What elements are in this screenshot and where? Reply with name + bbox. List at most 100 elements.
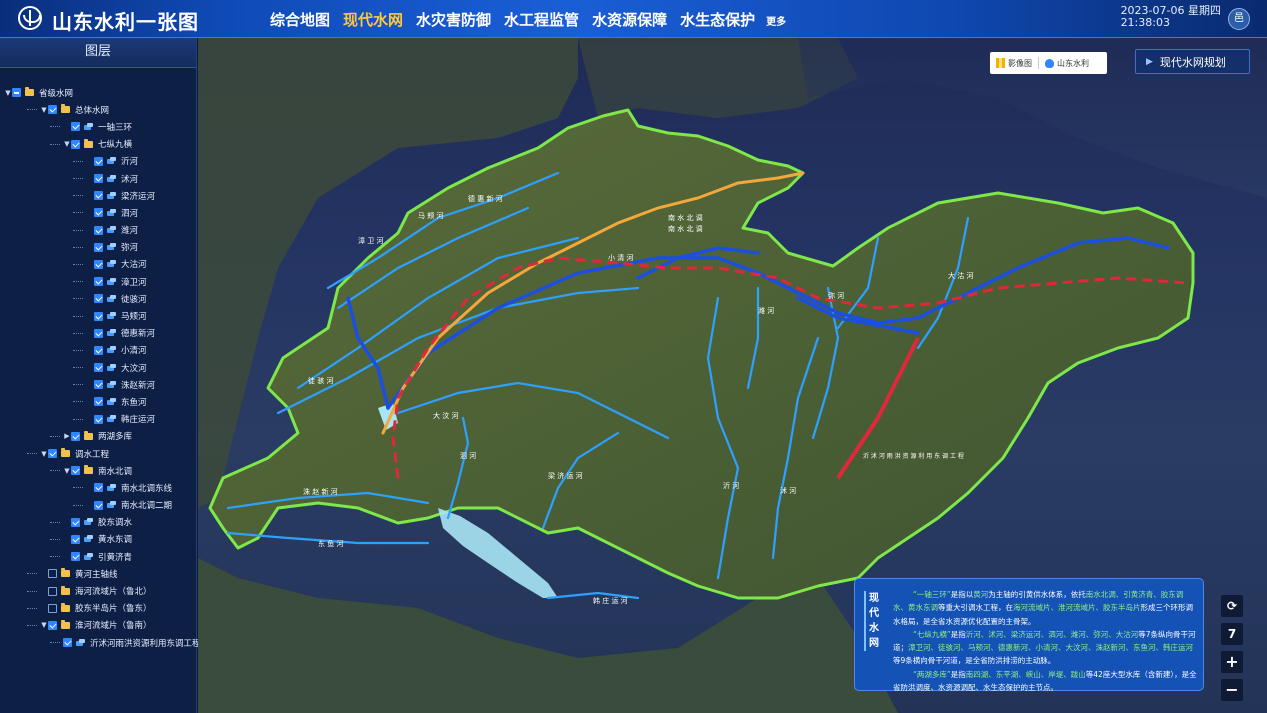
expand-toggle-icon[interactable]: ▼ (40, 106, 48, 114)
layer-tree-item[interactable]: ▼ 七纵九横 (0, 136, 196, 153)
layer-tree-item[interactable]: 小清河 (0, 342, 196, 359)
layer-tree-item[interactable]: 引黄济青 (0, 548, 196, 565)
layer-checkbox[interactable] (94, 483, 103, 493)
layer-tree-item[interactable]: 南水北调二期 (0, 497, 196, 514)
layer-tree-item[interactable]: 潍河 (0, 222, 196, 239)
layer-checkbox[interactable] (94, 259, 103, 269)
expand-toggle-icon[interactable]: ▼ (40, 621, 48, 629)
nav-item-0[interactable]: 综合地图 (270, 9, 330, 30)
layer-checkbox[interactable] (48, 105, 57, 115)
layer-checkbox[interactable] (94, 242, 103, 252)
layer-tree-item[interactable]: ▼ 省级水网 (0, 84, 196, 101)
layer-checkbox[interactable] (94, 328, 103, 338)
info-paragraph: “两湖多库”是指南四湖、东平湖、峡山、岸堤、跋山等42座大型水库（含新建），是全… (893, 668, 1197, 695)
layer-checkbox[interactable] (94, 500, 103, 510)
layer-checkbox[interactable] (12, 88, 21, 98)
expand-toggle-icon[interactable]: ▼ (40, 450, 48, 458)
layer-checkbox[interactable] (94, 277, 103, 287)
layer-tree-item[interactable]: 黄河主轴线 (0, 565, 196, 582)
layer-tree-item[interactable]: 东鱼河 (0, 393, 196, 410)
refresh-icon: ⟳ (1226, 599, 1238, 613)
layer-checkbox[interactable] (48, 603, 57, 613)
refresh-button[interactable]: ⟳ (1221, 595, 1243, 617)
layer-checkbox[interactable] (94, 397, 103, 407)
folder-icon (61, 619, 70, 629)
layer-checkbox[interactable] (48, 569, 57, 579)
layer-checkbox[interactable] (94, 225, 103, 235)
layer-tree-item[interactable]: 胶东调水 (0, 514, 196, 531)
layer-checkbox[interactable] (94, 208, 103, 218)
layer-tree-item[interactable]: 胶东半岛片（鲁东） (0, 600, 196, 617)
layer-checkbox[interactable] (94, 191, 103, 201)
layer-checkbox[interactable] (71, 517, 80, 527)
basemap-water-option[interactable]: 山东水利 (1057, 58, 1089, 69)
nav-item-3[interactable]: 水工程监管 (504, 9, 579, 30)
water-network-plan-button[interactable]: ▶ 现代水网规划 (1135, 49, 1250, 74)
layer-checkbox[interactable] (63, 638, 72, 648)
layer-checkbox[interactable] (94, 174, 103, 184)
layer-checkbox[interactable] (71, 552, 80, 562)
layer-tree-item[interactable]: 海河流域片（鲁北） (0, 582, 196, 599)
layer-checkbox[interactable] (48, 586, 57, 596)
layer-tree-item[interactable]: 沂河 (0, 153, 196, 170)
layer-tree-item[interactable]: 沂沭河雨洪资源利用东调工程 (0, 634, 201, 651)
expand-toggle-icon[interactable]: ▼ (63, 467, 71, 475)
water-logo-icon (18, 6, 42, 30)
label-si: 泗 河 (460, 452, 476, 460)
layer-tree-item[interactable]: 漳卫河 (0, 273, 196, 290)
layer-tree-item[interactable]: ▼ 南水北调 (0, 462, 196, 479)
tree-connector (73, 160, 83, 162)
layer-tree-item[interactable]: ▼ 调水工程 (0, 445, 196, 462)
layer-checkbox[interactable] (94, 380, 103, 390)
expand-toggle-icon[interactable]: ▼ (63, 140, 71, 148)
layer-tree-item[interactable]: ▼ 总体水网 (0, 101, 196, 118)
image-map-icon (996, 58, 1005, 68)
layer-checkbox[interactable] (71, 139, 80, 149)
layer-tree-item[interactable]: 泗河 (0, 204, 196, 221)
layer-checkbox[interactable] (71, 431, 80, 441)
nav-item-4[interactable]: 水资源保障 (592, 9, 667, 30)
province-boundary[interactable] (208, 108, 1195, 600)
zoom-out-button[interactable]: − (1221, 679, 1243, 701)
body-text: 等重大引调水工程，在 (938, 603, 1013, 613)
layer-checkbox[interactable] (94, 156, 103, 166)
layer-tree-item[interactable]: 德惠新河 (0, 325, 196, 342)
label-yishu-east: 沂 沭 河 雨 洪 资 源 利 用 东 调 工 程 (863, 452, 964, 460)
layer-tree-item[interactable]: 梁济运河 (0, 187, 196, 204)
layer-tree-item[interactable]: 韩庄运河 (0, 411, 196, 428)
layer-tree-item[interactable]: 沭河 (0, 170, 196, 187)
nav-more-button[interactable]: 更多 (766, 13, 786, 28)
layer-checkbox[interactable] (71, 466, 80, 476)
layer-checkbox[interactable] (94, 294, 103, 304)
layer-checkbox[interactable] (48, 449, 57, 459)
layer-icon (84, 535, 93, 543)
layer-tree-item[interactable]: 徒骇河 (0, 290, 196, 307)
layer-checkbox[interactable] (94, 311, 103, 321)
layer-checkbox[interactable] (71, 534, 80, 544)
nav-item-2[interactable]: 水灾害防御 (416, 9, 491, 30)
user-avatar[interactable]: 邑 (1228, 8, 1250, 30)
zoom-in-button[interactable]: + (1221, 651, 1243, 673)
layer-tree-item[interactable]: 一轴三环 (0, 118, 196, 135)
layer-tree-item[interactable]: 南水北调东线 (0, 479, 196, 496)
layer-checkbox[interactable] (71, 122, 80, 132)
expand-toggle-icon[interactable]: ▼ (4, 89, 12, 97)
layer-tree-item[interactable]: 马颊河 (0, 307, 196, 324)
map-view[interactable]: 南 水 北 调 南 水 北 调 小 清 河 大 汶 河 洙 赵 新 河 东 鱼 … (198, 38, 1267, 713)
layer-tree-item[interactable]: ▼ 淮河流域片（鲁南） (0, 617, 196, 634)
layer-tree-item[interactable]: ▶ 两湖多库 (0, 428, 196, 445)
layer-checkbox[interactable] (94, 363, 103, 373)
layer-tree-item[interactable]: 大汶河 (0, 359, 196, 376)
layer-tree-item[interactable]: 洙赵新河 (0, 376, 196, 393)
expand-toggle-icon[interactable]: ▶ (63, 432, 71, 440)
tree-connector (73, 195, 83, 197)
nav-item-5[interactable]: 水生态保护 (680, 9, 755, 30)
layer-tree-item[interactable]: 大沽河 (0, 256, 196, 273)
layer-checkbox[interactable] (94, 345, 103, 355)
layer-checkbox[interactable] (48, 620, 57, 630)
layer-tree-item[interactable]: 弥河 (0, 239, 196, 256)
nav-item-1[interactable]: 现代水网 (343, 9, 403, 30)
layer-checkbox[interactable] (94, 414, 103, 424)
basemap-image-option[interactable]: 影像图 (1008, 58, 1032, 69)
layer-tree-item[interactable]: 黄水东调 (0, 531, 196, 548)
